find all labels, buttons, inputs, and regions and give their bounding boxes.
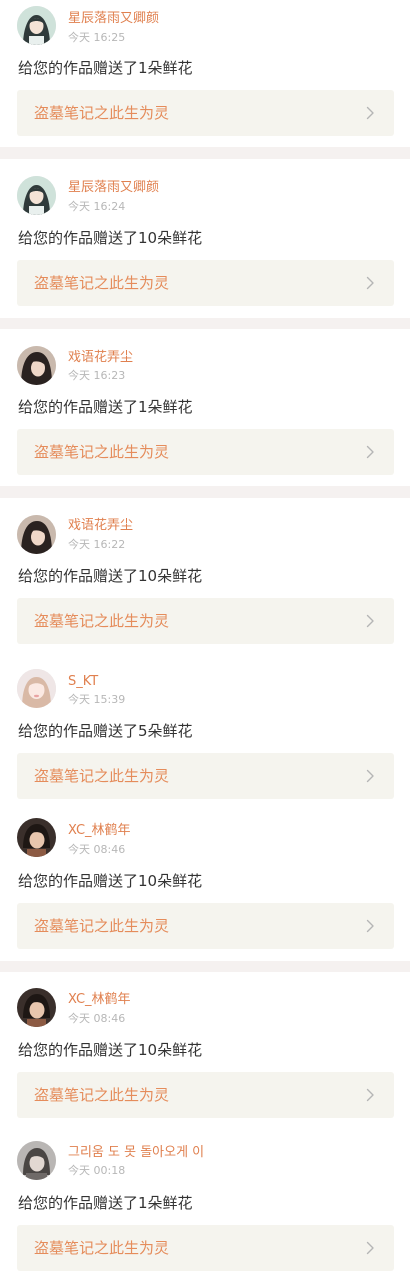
timestamp: 今天 15:39 xyxy=(68,693,126,706)
work-link-card[interactable]: 盗墓笔记之此生为灵 xyxy=(17,903,394,949)
avatar-dark-hair-icon[interactable] xyxy=(17,515,56,554)
item-divider xyxy=(0,147,410,159)
timestamp: 今天 16:25 xyxy=(68,31,126,44)
gift-notification-item: 戏语花弄尘 今天 16:22 给您的作品赠送了10朵鲜花 盗墓笔记之此生为灵 xyxy=(0,498,410,655)
gift-notification-item: XC_林鹤年 今天 08:46 给您的作品赠送了10朵鲜花 盗墓笔记之此生为灵 xyxy=(0,805,410,961)
work-title: 盗墓笔记之此生为灵 xyxy=(34,443,170,461)
work-title: 盗墓笔记之此生为灵 xyxy=(34,274,170,292)
work-link-card[interactable]: 盗墓笔记之此生为灵 xyxy=(17,260,394,306)
gift-message: 给您的作品赠送了1朵鲜花 xyxy=(18,59,193,77)
timestamp: 今天 16:24 xyxy=(68,200,126,213)
chevron-right-icon xyxy=(366,276,374,290)
chevron-right-icon xyxy=(366,1088,374,1102)
work-title: 盗墓笔记之此生为灵 xyxy=(34,1086,170,1104)
work-link-card[interactable]: 盗墓笔记之此生为灵 xyxy=(17,429,394,475)
gift-message: 给您的作品赠送了10朵鲜花 xyxy=(18,567,203,585)
gift-notification-item: 星辰落雨又卿颜 今天 16:25 给您的作品赠送了1朵鲜花 盗墓笔记之此生为灵 xyxy=(0,0,410,147)
sender-name[interactable]: 戏语花弄尘 xyxy=(68,518,133,534)
gift-notification-item: S_KT 今天 15:39 给您的作品赠送了5朵鲜花 盗墓笔记之此生为灵 xyxy=(0,655,410,805)
item-divider xyxy=(0,486,410,498)
gift-message: 给您的作品赠送了5朵鲜花 xyxy=(18,722,193,740)
timestamp: 今天 16:22 xyxy=(68,538,126,551)
work-title: 盗墓笔记之此生为灵 xyxy=(34,104,170,122)
avatar-anime-girl-icon[interactable] xyxy=(17,176,56,215)
avatar-boy-photo-icon[interactable] xyxy=(17,988,56,1027)
sender-name[interactable]: S_KT xyxy=(68,674,98,690)
avatar-anime-girl-icon[interactable] xyxy=(17,6,56,45)
gift-message: 给您的作品赠送了1朵鲜花 xyxy=(18,398,193,416)
sender-name[interactable]: 星辰落雨又卿颜 xyxy=(68,180,159,196)
work-title: 盗墓笔记之此生为灵 xyxy=(34,767,170,785)
chevron-right-icon xyxy=(366,769,374,783)
timestamp: 今天 08:46 xyxy=(68,1012,126,1025)
gift-message: 给您的作品赠送了10朵鲜花 xyxy=(18,872,203,890)
sender-name[interactable]: 戏语花弄尘 xyxy=(68,350,133,366)
work-link-card[interactable]: 盗墓笔记之此生为灵 xyxy=(17,753,394,799)
sender-name[interactable]: 그리움 도 못 돌아오게 이 xyxy=(68,1145,204,1161)
avatar-light-girl-icon[interactable] xyxy=(17,669,56,708)
work-link-card[interactable]: 盗墓笔记之此生为灵 xyxy=(17,1225,394,1271)
gift-notification-item: 戏语花弄尘 今天 16:23 给您的作品赠送了1朵鲜花 盗墓笔记之此生为灵 xyxy=(0,329,410,486)
avatar-dark-hair-icon[interactable] xyxy=(17,346,56,385)
gift-message: 给您的作品赠送了10朵鲜花 xyxy=(18,1041,203,1059)
gift-notification-item: XC_林鹤年 今天 08:46 给您的作品赠送了10朵鲜花 盗墓笔记之此生为灵 xyxy=(0,972,410,1125)
gift-notification-item: 그리움 도 못 돌아오게 이 今天 00:18 给您的作品赠送了1朵鲜花 盗墓笔… xyxy=(0,1125,410,1280)
timestamp: 今天 08:46 xyxy=(68,843,126,856)
work-title: 盗墓笔记之此生为灵 xyxy=(34,1239,170,1257)
chevron-right-icon xyxy=(366,614,374,628)
chevron-right-icon xyxy=(366,919,374,933)
avatar-boy-photo-icon[interactable] xyxy=(17,818,56,857)
work-link-card[interactable]: 盗墓笔记之此生为灵 xyxy=(17,598,394,644)
chevron-right-icon xyxy=(366,106,374,120)
chevron-right-icon xyxy=(366,445,374,459)
work-title: 盗墓笔记之此生为灵 xyxy=(34,612,170,630)
item-divider xyxy=(0,961,410,972)
avatar-gray-boy-icon[interactable] xyxy=(17,1141,56,1180)
work-link-card[interactable]: 盗墓笔记之此生为灵 xyxy=(17,90,394,136)
chevron-right-icon xyxy=(366,1241,374,1255)
gift-notification-item: 星辰落雨又卿颜 今天 16:24 给您的作品赠送了10朵鲜花 盗墓笔记之此生为灵 xyxy=(0,159,410,318)
item-divider xyxy=(0,318,410,329)
sender-name[interactable]: 星辰落雨又卿颜 xyxy=(68,11,159,27)
gift-message: 给您的作品赠送了10朵鲜花 xyxy=(18,229,203,247)
gift-message: 给您的作品赠送了1朵鲜花 xyxy=(18,1194,193,1212)
work-title: 盗墓笔记之此生为灵 xyxy=(34,917,170,935)
sender-name[interactable]: XC_林鹤年 xyxy=(68,992,131,1008)
work-link-card[interactable]: 盗墓笔记之此生为灵 xyxy=(17,1072,394,1118)
timestamp: 今天 16:23 xyxy=(68,369,126,382)
gift-notification-feed: 星辰落雨又卿颜 今天 16:25 给您的作品赠送了1朵鲜花 盗墓笔记之此生为灵 … xyxy=(0,0,410,1280)
sender-name[interactable]: XC_林鹤年 xyxy=(68,823,131,839)
timestamp: 今天 00:18 xyxy=(68,1164,126,1177)
